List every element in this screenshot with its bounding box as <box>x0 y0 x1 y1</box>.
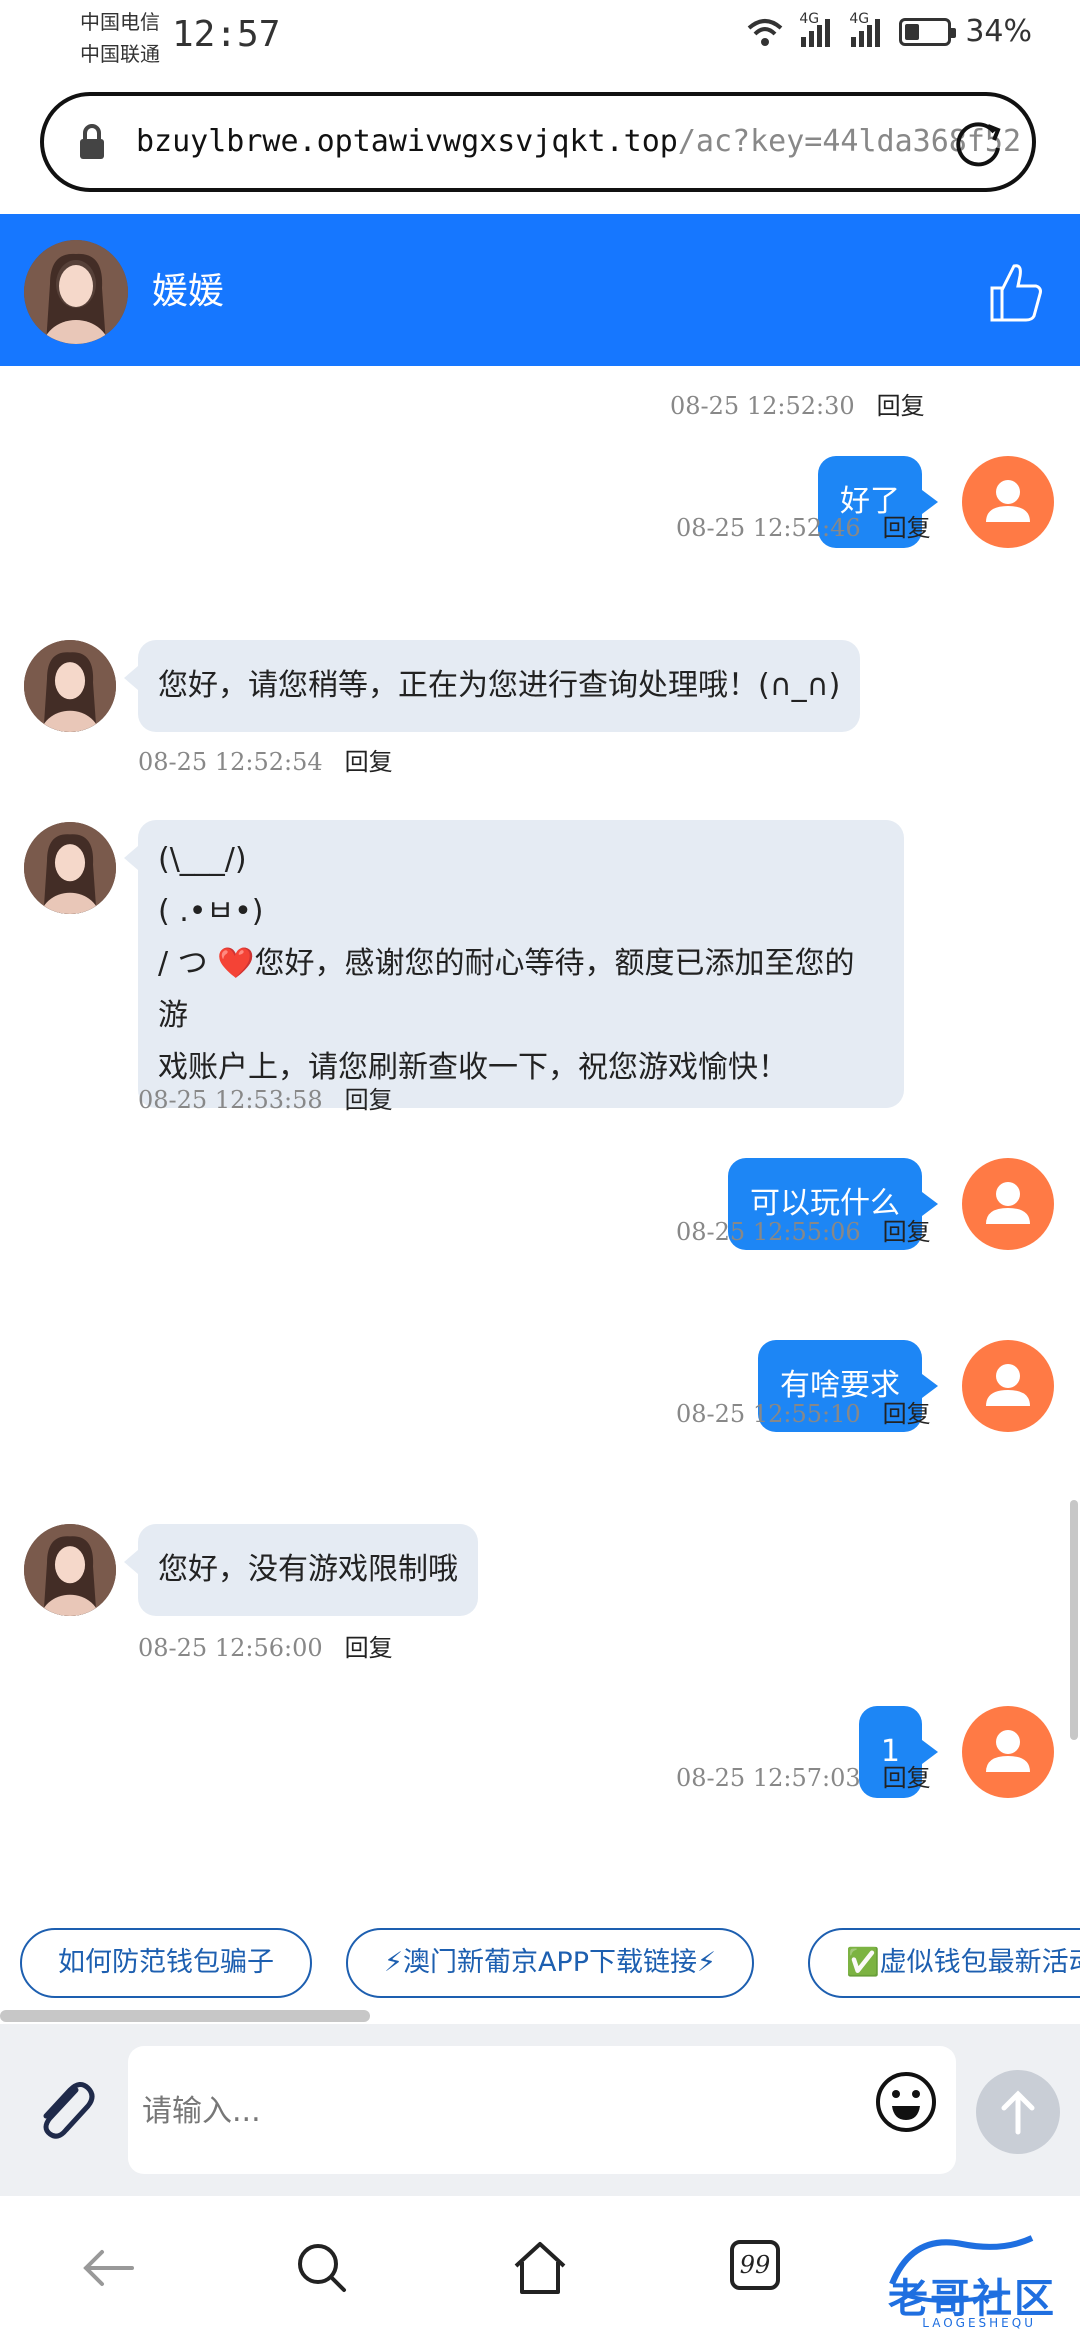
reply-link[interactable]: 回复 <box>883 1764 931 1792</box>
message-time: 08-25 12:53:58 <box>138 1086 323 1114</box>
watermark-logo: 老哥社区 LAOGESHEQU <box>882 2224 1072 2330</box>
network-type-1: 4G <box>799 10 820 27</box>
message-meta: 08-25 12:57:03 回复 <box>676 1758 931 1793</box>
message-time: 08-25 12:52:30 <box>670 392 855 420</box>
composer: 请输入... <box>0 2024 1080 2196</box>
lock-icon <box>80 124 104 159</box>
carrier-1: 中国电信 <box>80 10 160 34</box>
message-time: 08-25 12:52:54 <box>138 748 323 776</box>
message-meta: 08-25 12:55:10 回复 <box>676 1394 931 1429</box>
user-icon <box>986 1182 1030 1224</box>
input-placeholder: 请输入... <box>142 2094 261 2129</box>
message-time: 08-25 12:56:00 <box>138 1634 323 1662</box>
paperclip-icon[interactable] <box>32 2074 96 2144</box>
status-time: 12:57 <box>172 14 281 55</box>
horizontal-scrollbar[interactable] <box>0 2010 370 2022</box>
reply-link[interactable]: 回复 <box>345 748 393 776</box>
message-text: 您好，没有游戏限制哦 <box>158 1552 458 1587</box>
user-avatar <box>962 1340 1054 1432</box>
user-icon <box>986 480 1030 522</box>
browser-nav-bar: 99 老哥社区 LAOGESHEQU <box>0 2196 1080 2340</box>
message-meta: 08-25 12:52:46 回复 <box>676 508 931 543</box>
quick-reply-chip[interactable]: ✅虚似钱包最新活动 <box>808 1928 1080 1998</box>
battery-icon <box>899 17 957 46</box>
message-line: (\___/) <box>158 842 247 877</box>
incoming-message[interactable]: 您好，没有游戏限制哦 <box>124 1524 478 1616</box>
user-avatar <box>962 456 1054 548</box>
contact-avatar[interactable] <box>24 640 116 732</box>
message-line: / つ ❤️您好，感谢您的耐心等待，额度已添加至您的游 <box>158 946 855 1033</box>
arrow-up-icon <box>1001 2090 1035 2135</box>
avatar-portrait-icon <box>24 1524 116 1616</box>
avatar-portrait-icon <box>24 240 128 344</box>
reply-link[interactable]: 回复 <box>883 1400 931 1428</box>
message-time: 08-25 12:57:03 <box>676 1764 861 1792</box>
message-line: ( .•ㅂ•) <box>158 894 264 929</box>
quick-reply-chip[interactable]: ⚡澳门新葡京APP下载链接⚡ <box>346 1928 754 1998</box>
url-host: bzuylbrwe.optawivwgxsvjqkt.top <box>136 124 678 159</box>
reply-link[interactable]: 回复 <box>345 1086 393 1114</box>
message-time: 08-25 12:55:10 <box>676 1400 861 1428</box>
contact-avatar[interactable] <box>24 1524 116 1616</box>
chat-header: 媛媛 <box>0 214 1080 366</box>
message-meta: 08-25 12:56:00 回复 <box>138 1628 393 1663</box>
status-icons: 4G 4G 34% <box>745 11 1032 49</box>
thumbs-up-icon[interactable] <box>988 260 1044 324</box>
signal-1: 4G <box>799 11 835 47</box>
quick-reply-bar[interactable]: 如何防范钱包骗子 ⚡澳门新葡京APP下载链接⚡ ✅虚似钱包最新活动 <box>0 1900 1080 2012</box>
url-text[interactable]: bzuylbrwe.optawivwgxsvjqkt.top/ac?key=44… <box>136 124 1021 159</box>
reload-icon[interactable] <box>948 114 1008 174</box>
message-time: 08-25 12:55:06 <box>676 1218 861 1246</box>
user-avatar <box>962 1706 1054 1798</box>
reply-link[interactable]: 回复 <box>345 1634 393 1662</box>
contact-name: 媛媛 <box>152 271 225 312</box>
user-avatar <box>962 1158 1054 1250</box>
incoming-message[interactable]: (\___/) ( .•ㅂ•) / つ ❤️您好，感谢您的耐心等待，额度已添加至… <box>124 820 904 1108</box>
reply-link[interactable]: 回复 <box>883 514 931 542</box>
reply-link[interactable]: 回复 <box>883 1218 931 1246</box>
message-meta: 08-25 12:52:30 回复 <box>670 386 925 421</box>
network-type-2: 4G <box>849 10 870 27</box>
carrier-2: 中国联通 <box>80 42 160 66</box>
carrier-info: 中国电信 中国联通 <box>80 8 160 72</box>
incoming-message[interactable]: 您好，请您稍等，正在为您进行查询处理哦！(∩_∩) <box>123 640 861 732</box>
emoji-icon[interactable] <box>874 2070 938 2134</box>
signal-2: 4G <box>849 11 885 47</box>
search-icon[interactable] <box>290 2236 354 2300</box>
avatar-portrait-icon <box>24 640 116 732</box>
battery-fill <box>905 23 920 40</box>
quick-reply-chip[interactable]: 如何防范钱包骗子 <box>20 1928 312 1998</box>
address-bar[interactable]: bzuylbrwe.optawivwgxsvjqkt.top/ac?key=44… <box>40 92 1036 192</box>
message-meta: 08-25 12:53:58 回复 <box>138 1080 393 1115</box>
wifi-icon <box>747 18 783 46</box>
user-icon <box>986 1730 1030 1772</box>
tabs-count-icon[interactable]: 99 <box>730 2240 780 2290</box>
status-bar: 中国电信 中国联通 12:57 4G 4G 34% <box>0 0 1080 88</box>
reply-link[interactable]: 回复 <box>877 392 925 420</box>
message-input[interactable]: 请输入... <box>128 2046 956 2174</box>
back-arrow-icon[interactable] <box>76 2236 140 2300</box>
avatar-portrait-icon <box>24 822 116 914</box>
contact-avatar[interactable] <box>24 240 128 344</box>
message-text: 您好，请您稍等，正在为您进行查询处理哦！(∩_∩) <box>158 668 841 703</box>
vertical-scrollbar[interactable] <box>1070 1500 1078 1740</box>
message-meta: 08-25 12:55:06 回复 <box>676 1212 931 1247</box>
watermark-subtext: LAOGESHEQU <box>922 2316 1036 2330</box>
contact-avatar[interactable] <box>24 822 116 914</box>
message-list[interactable]: 08-25 12:52:30 回复 好了 08-25 12:52:46 回复 您好，… <box>0 366 1080 1896</box>
send-button[interactable] <box>976 2070 1060 2154</box>
message-meta: 08-25 12:52:54 回复 <box>138 742 393 777</box>
battery-percent: 34% <box>965 14 1032 49</box>
home-icon[interactable] <box>508 2236 572 2300</box>
user-icon <box>986 1364 1030 1406</box>
message-time: 08-25 12:52:46 <box>676 514 861 542</box>
